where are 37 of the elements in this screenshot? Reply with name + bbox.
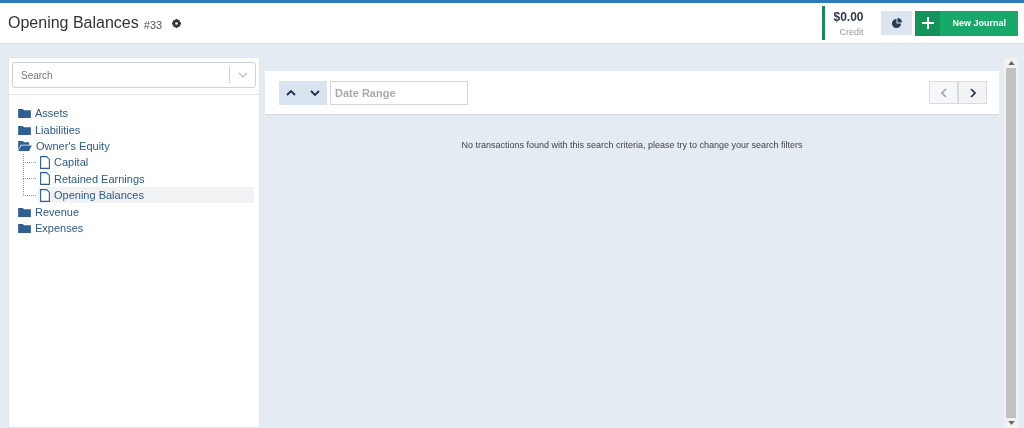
tree-item[interactable]: Retained Earnings [38,170,254,187]
tree-item[interactable]: Opening Balances [38,186,254,204]
chart-button[interactable] [881,11,913,35]
document-icon [40,188,50,202]
folder-icon [18,206,31,217]
chevron-left-icon [940,87,947,98]
chevron-down-icon [310,89,320,96]
chevron-up-icon [286,89,296,96]
scroll-down-arrow-icon[interactable] [1007,421,1015,425]
balance-label: Credit [839,26,864,37]
empty-message: No transactions found with this search criteria, please try to change your search filters [460,140,804,150]
tree-item[interactable]: Assets [18,105,259,122]
document-icon [40,155,50,169]
scroll-up-arrow-icon[interactable] [1007,61,1015,65]
scrollbar[interactable] [1004,58,1018,428]
open-folder-icon [18,140,32,151]
page-title: Opening Balances [8,14,139,32]
tree-item[interactable]: Capital [38,154,254,171]
folder-icon [18,124,31,135]
folder-icon [18,108,31,119]
record-number: #33 [143,18,163,31]
settings-icon[interactable] [172,18,182,28]
search-field[interactable]: Search [12,62,256,88]
tree-item[interactable]: Liabilities [18,121,259,138]
folder-icon [18,222,31,233]
next-page-button[interactable] [958,81,987,104]
plus-icon [922,17,934,29]
tree-item[interactable]: Revenue [18,203,259,220]
sort-down-button[interactable] [303,80,327,105]
tree-item[interactable]: Owner's Equity [18,137,259,155]
document-icon [40,172,50,186]
tree-item[interactable]: Expenses [18,219,259,237]
chevron-right-icon [969,87,976,98]
balance-amount: $0.00 [833,9,864,24]
pie-chart-icon [891,17,903,29]
date-range-field[interactable]: Date Range [330,80,468,105]
sort-up-button[interactable] [279,80,303,105]
